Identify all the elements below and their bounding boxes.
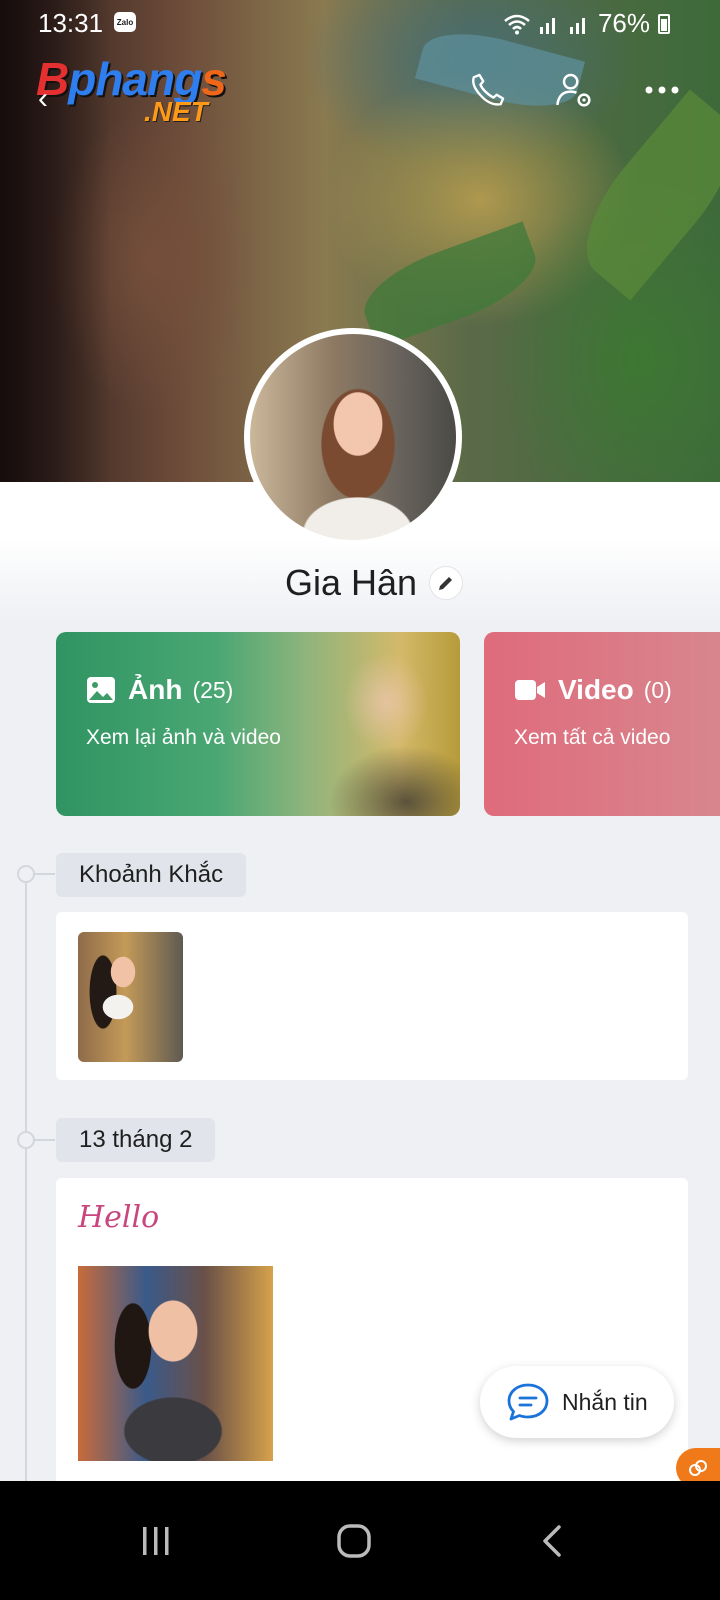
avatar[interactable] bbox=[244, 328, 462, 546]
moments-card bbox=[56, 912, 688, 1080]
videos-subtitle: Xem tất cả video bbox=[514, 726, 671, 749]
status-time: 13:31 bbox=[38, 8, 104, 38]
timeline-label: 13 tháng 2 bbox=[56, 1118, 216, 1162]
user-settings-icon[interactable] bbox=[552, 68, 596, 112]
back-nav-icon[interactable] bbox=[492, 1481, 612, 1600]
signal-icon bbox=[539, 17, 555, 34]
videos-count: (0) bbox=[643, 676, 672, 703]
battery-percent: 76% bbox=[597, 8, 650, 38]
zalo-notification-icon: Zalo bbox=[114, 12, 136, 32]
timeline-label: Khoảnh Khắc bbox=[56, 853, 247, 897]
system-nav-bar bbox=[0, 1481, 720, 1600]
video-icon bbox=[515, 680, 545, 700]
videos-card[interactable]: Video (0) Xem tất cả video bbox=[484, 632, 720, 816]
photos-card-title: Ảnh (25) bbox=[86, 674, 233, 706]
pencil-icon bbox=[439, 577, 453, 590]
cover-leaf-decor bbox=[561, 89, 720, 301]
message-button[interactable]: Nhắn tin bbox=[480, 1366, 674, 1438]
timeline-dot bbox=[17, 1131, 55, 1149]
image-icon bbox=[87, 677, 115, 703]
videos-card-title: Video (0) bbox=[514, 674, 672, 706]
post-card[interactable]: Hello bbox=[56, 1178, 688, 1488]
status-bar: 13:31 Zalo 76% bbox=[0, 0, 720, 46]
status-indicators: 76% bbox=[504, 8, 670, 39]
profile-name-row: Gia Hân bbox=[0, 562, 720, 604]
chat-icon bbox=[507, 1383, 549, 1421]
battery-icon bbox=[658, 13, 670, 34]
photos-count: (25) bbox=[192, 676, 234, 703]
cover-leaf-decor bbox=[353, 221, 547, 349]
timeline-dot bbox=[17, 865, 55, 883]
more-icon[interactable] bbox=[640, 68, 684, 112]
photos-card[interactable]: Ảnh (25) Xem lại ảnh và video bbox=[56, 632, 460, 816]
message-button-label: Nhắn tin bbox=[562, 1388, 648, 1415]
edit-name-button[interactable] bbox=[429, 566, 464, 600]
signal-icon bbox=[569, 17, 585, 34]
wifi-icon bbox=[504, 14, 530, 34]
profile-name: Gia Hân bbox=[284, 562, 418, 603]
phone-icon[interactable] bbox=[466, 68, 510, 112]
post-text: Hello bbox=[78, 1200, 160, 1235]
post-photo[interactable] bbox=[78, 1266, 273, 1461]
timeline-line bbox=[25, 874, 27, 1494]
recent-apps-icon[interactable] bbox=[96, 1481, 216, 1600]
photos-subtitle: Xem lại ảnh và video bbox=[86, 726, 281, 749]
watermark-logo: Bphangs .NET bbox=[36, 56, 227, 126]
home-icon[interactable] bbox=[294, 1481, 414, 1600]
moment-thumbnail[interactable] bbox=[78, 932, 183, 1062]
videos-label: Video bbox=[558, 674, 634, 705]
back-icon[interactable]: ‹ bbox=[38, 82, 48, 116]
photos-label: Ảnh bbox=[128, 674, 183, 705]
